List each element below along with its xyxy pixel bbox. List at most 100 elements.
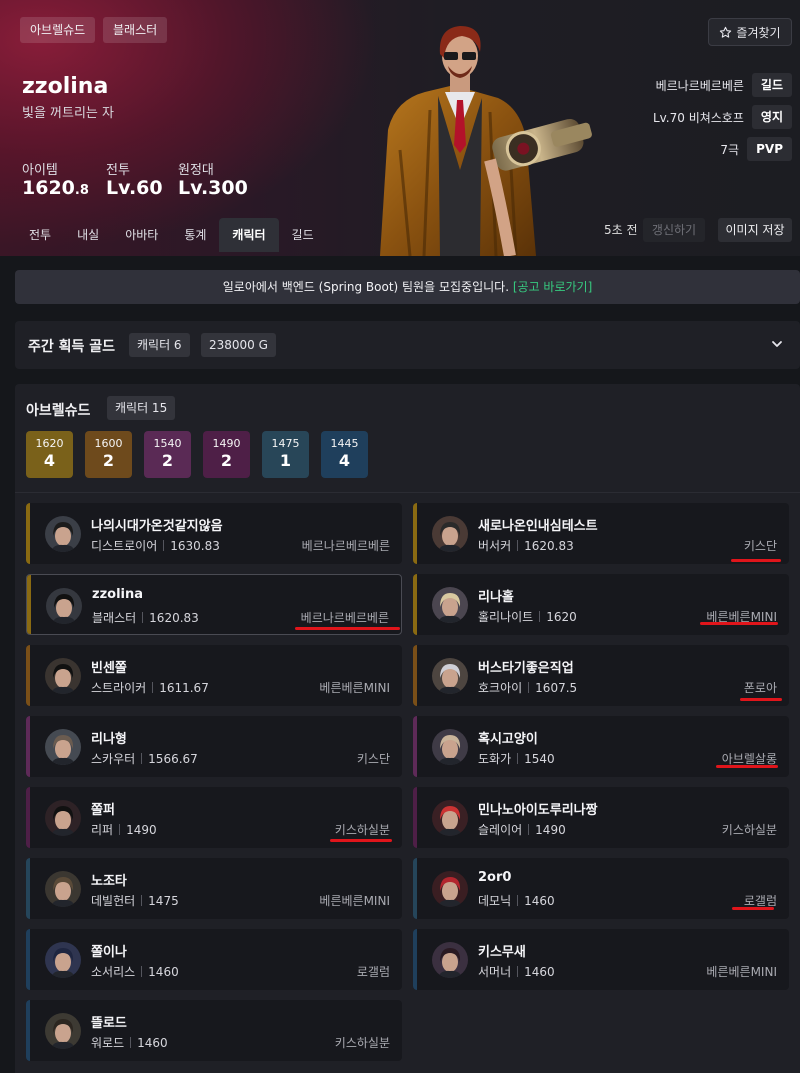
character-card[interactable]: 키스무새 서머너 1460 베른베른MINI: [413, 929, 789, 990]
tab-characters[interactable]: 캐릭터: [219, 218, 279, 252]
separator: [517, 540, 519, 551]
character-card[interactable]: 새로나온인내심테스트 버서커 1620.83 키스단: [413, 503, 789, 564]
character-card-details: 데모닉 1460: [478, 892, 555, 909]
weekly-gold-title: 주간 획득 골드: [28, 339, 116, 355]
divider: [15, 492, 800, 493]
character-card[interactable]: 쫄이나 소서리스 1460 로갤럼: [26, 929, 402, 990]
favorite-button[interactable]: 즐겨찾기: [708, 18, 792, 46]
character-card-level: 1460: [148, 965, 179, 979]
weekly-gold-panel[interactable]: 주간 획득 골드 캐릭터 6 238000 G: [15, 321, 800, 369]
level-box[interactable]: 1540 2: [144, 431, 191, 478]
character-card-level: 1460: [524, 894, 555, 908]
pvp-tag[interactable]: PVP: [747, 137, 792, 161]
avatar: [432, 871, 468, 907]
avatar: [432, 942, 468, 978]
character-card-guild: 베르나르베르베른: [300, 611, 389, 625]
level-box-level: 1540: [153, 437, 182, 450]
character-card-level: 1620.83: [149, 611, 199, 625]
character-card-name: 나의시대가온것같지않음: [91, 519, 223, 534]
character-card-class: 블래스터: [92, 611, 137, 625]
level-box[interactable]: 1620 4: [26, 431, 73, 478]
level-box[interactable]: 1475 1: [262, 431, 309, 478]
character-card[interactable]: 나의시대가온것같지않음 디스트로이어 1630.83 베르나르베르베른: [26, 503, 402, 564]
red-underline-annotation: [700, 622, 778, 625]
character-card-details: 홀리나이트 1620: [478, 608, 577, 625]
character-card-class: 데빌헌터: [91, 894, 136, 908]
level-box-level: 1445: [330, 437, 359, 450]
chevron-down-icon[interactable]: [771, 338, 783, 350]
character-card[interactable]: 노조타 데빌헌터 1475 베른베른MINI: [26, 858, 402, 919]
level-box-level: 1600: [94, 437, 123, 450]
tab-internal[interactable]: 내실: [64, 218, 112, 252]
avatar: [45, 942, 81, 978]
character-card-guild: 키스단: [743, 539, 777, 553]
separator: [528, 682, 530, 693]
character-card[interactable]: 리나홀 홀리나이트 1620 베른베른MINI: [413, 574, 789, 635]
tab-guild[interactable]: 길드: [279, 218, 327, 252]
character-card-guild: 키스단: [356, 752, 390, 766]
refresh-button[interactable]: 갱신하기: [643, 218, 705, 242]
character-card-name: 쫄퍼: [91, 803, 115, 818]
character-card-level: 1460: [524, 965, 555, 979]
character-card[interactable]: 리나형 스카우터 1566.67 키스단: [26, 716, 402, 777]
roster-level-value: Lv.300: [178, 177, 248, 199]
separator: [141, 966, 143, 977]
character-card-level: 1611.67: [159, 681, 209, 695]
character-card[interactable]: 민나노아이도루리나짱 슬레이어 1490 키스하실분: [413, 787, 789, 848]
character-card-level: 1460: [137, 1036, 168, 1050]
character-card-level: 1620: [546, 610, 577, 624]
banner-link[interactable]: [공고 바로가기]: [513, 280, 592, 294]
level-tier-bar: [413, 716, 417, 777]
character-card-level: 1620.83: [524, 539, 574, 553]
character-card-name: 빈센쫄: [91, 661, 127, 676]
level-box-count: 2: [220, 451, 233, 470]
recruit-banner: 일로아에서 백엔드 (Spring Boot) 팀원을 모집중입니다. [공고 …: [15, 270, 800, 304]
save-image-button[interactable]: 이미지 저장: [718, 218, 792, 242]
character-card-class: 서머너: [478, 965, 512, 979]
character-card[interactable]: 버스타기좋은직업 호크아이 1607.5 폰로아: [413, 645, 789, 706]
character-card-details: 도화가 1540: [478, 750, 555, 767]
character-card[interactable]: zzolina 블래스터 1620.83 베르나르베르베른: [26, 574, 402, 635]
character-card-name: 뜰로드: [91, 1016, 127, 1031]
separator: [152, 682, 154, 693]
avatar: [432, 800, 468, 836]
tab-combat[interactable]: 전투: [16, 218, 64, 252]
guild-tag[interactable]: 길드: [751, 73, 792, 97]
avatar: [432, 587, 468, 623]
character-card-guild: 키스하실분: [334, 823, 390, 837]
estate-tag[interactable]: 영지: [751, 105, 792, 129]
avatar: [432, 658, 468, 694]
character-card-name: 버스타기좋은직업: [478, 661, 574, 676]
level-tier-bar: [26, 929, 30, 990]
character-card-name: 민나노아이도루리나짱: [478, 803, 598, 818]
server-chip[interactable]: 아브렐슈드: [20, 17, 96, 43]
class-chip[interactable]: 블래스터: [103, 17, 168, 43]
level-tier-bar: [27, 575, 31, 634]
combat-level-value: Lv.60: [106, 177, 163, 199]
character-card-guild: 로갤럼: [356, 965, 390, 979]
separator: [141, 753, 143, 764]
level-box[interactable]: 1490 2: [203, 431, 250, 478]
level-tier-bar: [26, 645, 30, 706]
level-box[interactable]: 1600 2: [85, 431, 132, 478]
character-card[interactable]: 빈센쫄 스트라이커 1611.67 베른베른MINI: [26, 645, 402, 706]
character-card-guild: 키스하실분: [721, 823, 777, 837]
pvp-rank: 7극: [720, 142, 740, 157]
tab-avatar[interactable]: 아바타: [112, 218, 171, 252]
level-tier-bar: [413, 503, 417, 564]
character-card-details: 디스트로이어 1630.83: [91, 537, 220, 554]
character-card-name: 혹시고양이: [478, 732, 538, 747]
level-box-level: 1490: [212, 437, 241, 450]
level-tier-bar: [26, 1000, 30, 1061]
tab-stats[interactable]: 통계: [171, 218, 219, 252]
character-card-level: 1490: [535, 823, 566, 837]
separator: [130, 1037, 132, 1048]
avatar: [45, 800, 81, 836]
server-name: 아브렐슈드: [26, 403, 91, 419]
character-card[interactable]: 뜰로드 워로드 1460 키스하실분: [26, 1000, 402, 1061]
character-card-details: 스카우터 1566.67: [91, 750, 198, 767]
level-box-level: 1475: [271, 437, 300, 450]
separator: [539, 611, 541, 622]
level-box[interactable]: 1445 4: [321, 431, 368, 478]
character-illustration: [380, 26, 592, 256]
